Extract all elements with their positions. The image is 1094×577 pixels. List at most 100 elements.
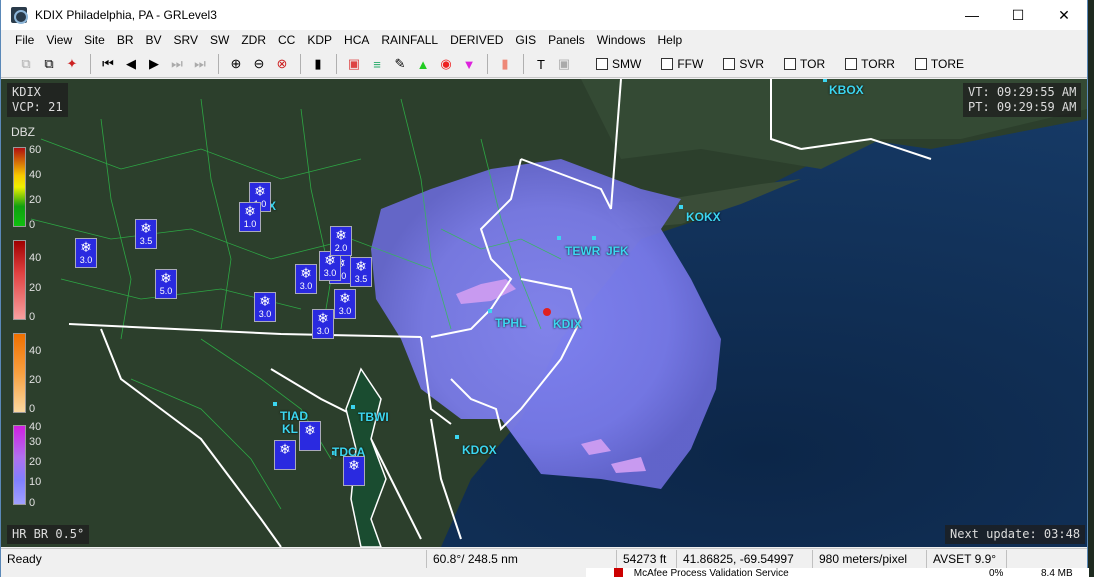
status-resolution: 980 meters/pixel (813, 549, 927, 568)
snow-report-icon[interactable]: ❄ 3.5 (135, 219, 157, 249)
snow-report-icon[interactable]: ❄ 3.0 (312, 309, 334, 339)
snow-value: 3.5 (139, 236, 153, 246)
layers-icon[interactable]: ≡ (366, 53, 388, 75)
title-bar[interactable]: KDIX Philadelphia, PA - GRLevel3 — ☐ ✕ (1, 0, 1087, 30)
toolbar-separator (523, 54, 524, 74)
checkbox-torr[interactable] (845, 58, 858, 70)
app-window: KDIX Philadelphia, PA - GRLevel3 — ☐ ✕ F… (0, 0, 1089, 577)
snow-value: 3.0 (299, 281, 313, 291)
snow-report-icon[interactable]: ❄ 3.0 (295, 264, 317, 294)
snow-report-icon[interactable]: ❄ 3.0 (254, 292, 276, 322)
menu-cc[interactable]: CC (272, 33, 301, 47)
legend-tick: 30 (29, 436, 42, 448)
menu-zdr[interactable]: ZDR (235, 33, 272, 47)
first-frame-icon[interactable]: ⏮ (97, 53, 119, 75)
snow-report-icon[interactable]: ❄ 3.0 (75, 238, 97, 268)
legend-tick: 0 (29, 219, 36, 231)
site-label-kl[interactable]: KL (282, 422, 298, 436)
site-label-kbox[interactable]: KBOX (829, 83, 864, 97)
snow-report-icon[interactable]: ❄ 3.5 (350, 257, 372, 287)
check-torr[interactable]: TORR (845, 57, 895, 71)
snow-report-icon[interactable]: ❄ 5.0 (155, 269, 177, 299)
maximize-button[interactable]: ☐ (995, 0, 1041, 30)
minimize-button[interactable]: — (949, 0, 995, 30)
play-icon[interactable]: ▶ (143, 53, 165, 75)
text-icon[interactable]: T (530, 53, 552, 75)
site-label-kdix[interactable]: KDIX (553, 317, 582, 331)
site-label-tewr[interactable]: TEWR (565, 244, 600, 258)
toolbar-separator (90, 54, 91, 74)
menu-help[interactable]: Help (651, 33, 688, 47)
site-label-jfk[interactable]: JFK (606, 244, 629, 258)
menu-kdp[interactable]: KDP (301, 33, 338, 47)
site-label-kokx[interactable]: KOKX (686, 210, 721, 224)
menu-windows[interactable]: Windows (591, 33, 652, 47)
copy-icon[interactable]: ⧉ (38, 53, 60, 75)
palette-icon[interactable]: ▣ (343, 53, 365, 75)
process-mem: 8.4 MB (1041, 568, 1073, 577)
checkbox-ffw[interactable] (661, 58, 674, 70)
circle-icon[interactable]: ◉ (435, 53, 457, 75)
checkbox-smw[interactable] (596, 58, 608, 70)
menu-hca[interactable]: HCA (338, 33, 375, 47)
copy-disabled-icon[interactable]: ⧉ (15, 53, 37, 75)
smoothing-icon[interactable]: ▮ (307, 53, 329, 75)
menu-br[interactable]: BR (111, 33, 140, 47)
legend-bar-reflectivity (13, 147, 26, 227)
snow-report-icon[interactable]: ❄ (343, 456, 365, 486)
menu-derived[interactable]: DERIVED (444, 33, 509, 47)
snow-value: 3.0 (323, 268, 337, 278)
legend-title: DBZ (11, 125, 35, 139)
down-triangle-icon[interactable]: ▼ (458, 53, 480, 75)
menu-sw[interactable]: SW (204, 33, 235, 47)
status-bar: Ready 60.8°/ 248.5 nm 54273 ft 41.86825,… (1, 548, 1087, 568)
toolbar: ⧉ ⧉ ✦ ⏮ ◀ ▶ ⏭ ⏭ ⊕ ⊖ ⊗ ▮ ▣ ≡ ✎ ▲ ◉ ▼ ▮ T … (1, 51, 1087, 78)
site-label-tbwi[interactable]: TBWI (358, 410, 389, 424)
snow-report-icon[interactable]: ❄ (274, 440, 296, 470)
check-ffw[interactable]: FFW (661, 57, 703, 71)
status-coords: 41.86825, -69.54997 (677, 549, 813, 568)
close-button[interactable]: ✕ (1041, 0, 1087, 30)
status-altitude: 54273 ft (617, 549, 677, 568)
menu-rainfall[interactable]: RAINFALL (375, 33, 444, 47)
last-frame-icon[interactable]: ⏭ (189, 53, 211, 75)
snow-report-icon[interactable]: ❄ 3.0 (334, 289, 356, 319)
check-label: TORR (861, 57, 895, 71)
checkbox-svr[interactable] (723, 58, 736, 70)
snow-report-icon[interactable]: ❄ 2.0 (330, 226, 352, 256)
menu-srv[interactable]: SRV (168, 33, 204, 47)
snow-report-icon[interactable]: ❄ (299, 421, 321, 451)
zoom-in-icon[interactable]: ⊕ (225, 53, 247, 75)
menu-view[interactable]: View (40, 33, 78, 47)
snow-report-icon[interactable]: ❄1.0 (239, 202, 261, 232)
site-label-tphl[interactable]: TPHL (495, 316, 526, 330)
menu-gis[interactable]: GIS (509, 33, 542, 47)
next-frame-icon[interactable]: ⏭ (166, 53, 188, 75)
status-ready: Ready (1, 549, 427, 568)
checkbox-tor[interactable] (784, 58, 797, 70)
check-smw[interactable]: SMW (596, 57, 641, 71)
map-graphics (1, 79, 1087, 547)
zoom-out-icon[interactable]: ⊖ (248, 53, 270, 75)
triangle-icon[interactable]: ▲ (412, 53, 434, 75)
color-table-icon[interactable]: ✦ (61, 53, 83, 75)
check-svr[interactable]: SVR (723, 57, 764, 71)
prev-frame-icon[interactable]: ◀ (120, 53, 142, 75)
checkbox-tore[interactable] (914, 58, 927, 70)
snow-value: 3.0 (316, 326, 330, 336)
menu-panels[interactable]: Panels (542, 33, 591, 47)
radar-map[interactable]: KDIX VCP: 21 VT: 09:29:55 AM PT: 09:29:5… (1, 79, 1087, 547)
rectangle-icon[interactable]: ▮ (494, 53, 516, 75)
site-label-kdox[interactable]: KDOX (462, 443, 497, 457)
menu-bv[interactable]: BV (140, 33, 168, 47)
pin-icon[interactable]: ✎ (389, 53, 411, 75)
menu-site[interactable]: Site (78, 33, 111, 47)
menu-file[interactable]: File (9, 33, 40, 47)
check-tor[interactable]: TOR (784, 57, 825, 71)
app-icon (11, 7, 28, 24)
site-marker (351, 405, 355, 409)
check-tore[interactable]: TORE (914, 57, 964, 71)
process-name: McAfee Process Validation Service (633, 568, 789, 577)
zoom-reset-icon[interactable]: ⊗ (271, 53, 293, 75)
stop-icon[interactable]: ▣ (553, 53, 575, 75)
